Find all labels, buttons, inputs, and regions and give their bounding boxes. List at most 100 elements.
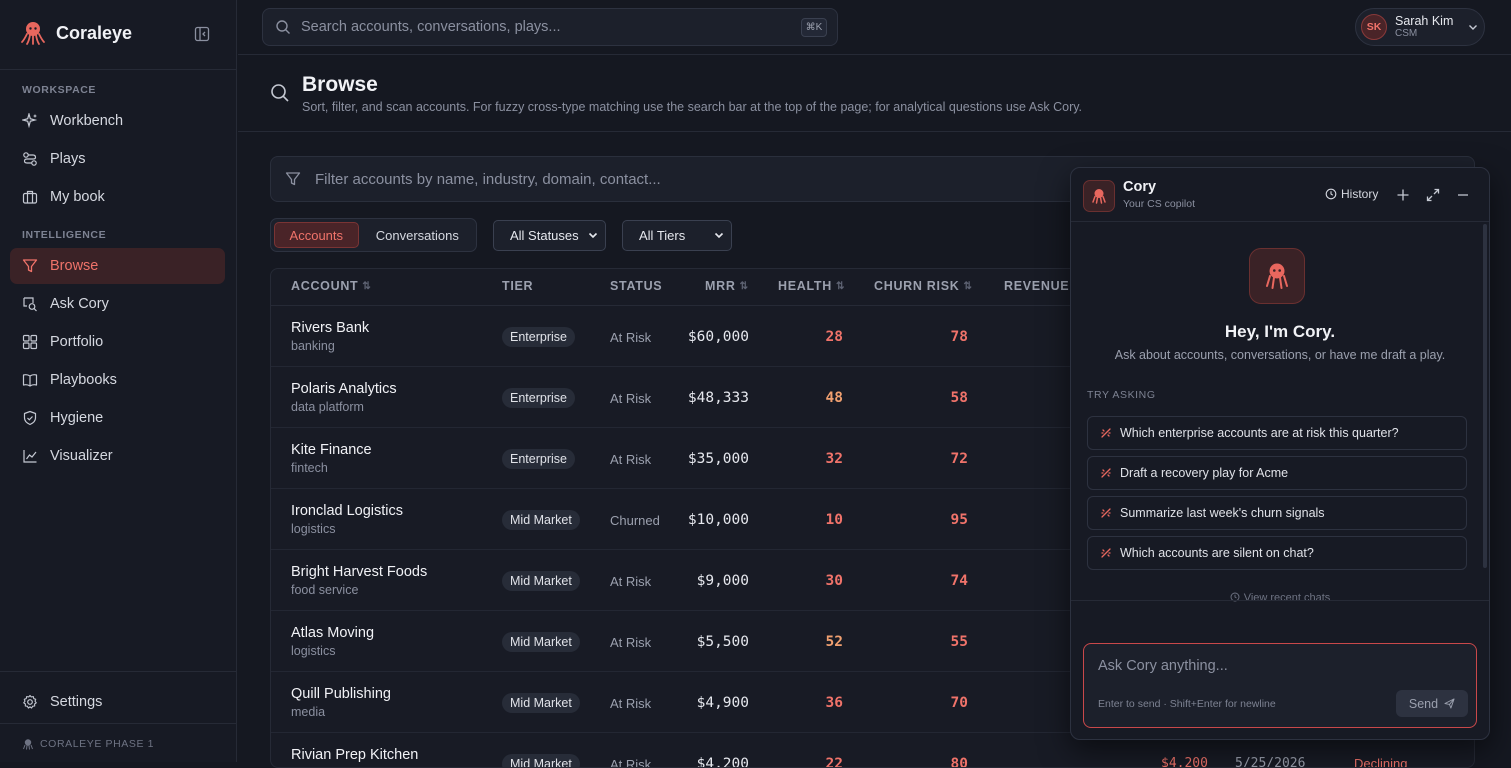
- send-icon: [1444, 698, 1455, 709]
- sidebar-item-browse[interactable]: Browse: [10, 248, 225, 284]
- col-header-account[interactable]: ACCOUNT ⇅: [291, 279, 372, 293]
- suggestion-chip[interactable]: Which enterprise accounts are at risk th…: [1087, 416, 1467, 450]
- sidebar-item-workbench[interactable]: Workbench: [10, 103, 225, 139]
- sort-icon: ⇅: [739, 280, 749, 292]
- chat-scrollbar[interactable]: [1483, 224, 1487, 568]
- tab-accounts[interactable]: Accounts: [274, 222, 359, 248]
- churn-risk-score: 80: [950, 756, 968, 768]
- account-name[interactable]: Rivers Bank: [291, 320, 369, 336]
- mrr-value: $10,000: [687, 512, 749, 528]
- status-text: Churned: [610, 513, 660, 528]
- send-button[interactable]: Send: [1396, 690, 1468, 717]
- sort-icon: ⇅: [835, 280, 846, 292]
- tier-select-value: All Tiers: [639, 228, 686, 243]
- tier-select[interactable]: All Tiers: [622, 220, 732, 251]
- col-header-mrr[interactable]: MRR ⇅: [705, 279, 749, 293]
- brand[interactable]: Coraleye: [20, 20, 132, 46]
- sidebar-item-settings[interactable]: Settings: [10, 684, 225, 720]
- greeting-subtitle: Ask about accounts, conversations, or ha…: [1114, 348, 1446, 362]
- user-info: Sarah Kim CSM: [1395, 14, 1453, 40]
- gear-icon: [23, 694, 37, 709]
- suggestion-chip[interactable]: Draft a recovery play for Acme: [1087, 456, 1467, 490]
- minimize-icon[interactable]: [1455, 187, 1471, 203]
- plus-icon[interactable]: [1395, 187, 1411, 203]
- health-score: 32: [825, 451, 843, 467]
- sort-icon: ⇅: [362, 280, 372, 292]
- account-name[interactable]: Bright Harvest Foods: [291, 564, 427, 580]
- sidebar-item-label: My book: [50, 189, 105, 205]
- sidebar-item-my-book[interactable]: My book: [10, 179, 225, 215]
- health-score: 28: [825, 329, 843, 345]
- mrr-value: $48,333: [687, 390, 749, 406]
- grid-icon: [22, 334, 38, 350]
- history-button[interactable]: History: [1325, 187, 1378, 201]
- status-text: At Risk: [610, 391, 652, 406]
- status-text: At Risk: [610, 635, 652, 650]
- account-name[interactable]: Rivian Prep Kitchen: [291, 747, 418, 763]
- octopus-logo-icon: [21, 22, 45, 45]
- mrr-value: $60,000: [687, 329, 749, 345]
- tier-badge: Enterprise: [502, 388, 575, 408]
- status-text: At Risk: [610, 696, 652, 711]
- col-header-tier: TIER: [502, 279, 534, 293]
- sidebar-item-label: Playbooks: [50, 372, 117, 388]
- account-industry: media: [291, 705, 326, 719]
- account-industry: banking: [291, 339, 335, 353]
- revenue-value: $4,200: [1161, 756, 1208, 768]
- sidebar-item-ask-cory[interactable]: Ask Cory: [10, 286, 225, 322]
- account-name[interactable]: Ironclad Logistics: [291, 503, 403, 519]
- status-select[interactable]: All Statuses: [493, 220, 606, 251]
- tier-badge: Enterprise: [502, 449, 575, 469]
- health-score: 36: [825, 695, 843, 711]
- chat-header: Cory Your CS copilot History: [1071, 168, 1489, 222]
- expand-icon[interactable]: [1425, 187, 1441, 203]
- sidebar-item-hygiene[interactable]: Hygiene: [10, 400, 225, 436]
- col-header-churn-risk[interactable]: CHURN RISK ⇅: [874, 279, 973, 293]
- divider: [0, 723, 236, 724]
- section-intelligence: INTELLIGENCE: [22, 229, 107, 241]
- user-name: Sarah Kim: [1395, 14, 1454, 28]
- tier-badge: Mid Market: [502, 754, 580, 767]
- chat-input[interactable]: Ask Cory anything... Enter to send · Shi…: [1083, 643, 1477, 728]
- chevron-down-icon: [588, 232, 598, 239]
- sparkles-icon: [22, 113, 38, 129]
- tab-conversations[interactable]: Conversations: [362, 222, 473, 248]
- churn-risk-score: 70: [950, 695, 968, 711]
- global-search-input[interactable]: Search accounts, conversations, plays...…: [262, 8, 838, 46]
- health-score: 30: [825, 573, 843, 589]
- filter-placeholder: Filter accounts by name, industry, domai…: [315, 170, 661, 188]
- page-header: Browse Sort, filter, and scan accounts. …: [238, 55, 1511, 132]
- chart-icon: [23, 450, 37, 463]
- col-header-health[interactable]: HEALTH ⇅: [778, 279, 845, 293]
- mrr-value: $4,900: [696, 695, 749, 711]
- account-name[interactable]: Polaris Analytics: [291, 381, 397, 397]
- filter-icon: [22, 259, 38, 273]
- search-icon: [276, 20, 290, 34]
- sidebar-item-label: Plays: [50, 151, 86, 167]
- status-text: At Risk: [610, 757, 652, 768]
- account-name[interactable]: Kite Finance: [291, 442, 372, 458]
- chat-input-hint: Enter to send · Shift+Enter for newline: [1098, 698, 1276, 710]
- renewal-date: 5/25/2026: [1235, 756, 1306, 768]
- route-icon: [23, 152, 37, 166]
- sidebar-item-visualizer[interactable]: Visualizer: [10, 438, 225, 474]
- account-name[interactable]: Atlas Moving: [291, 625, 374, 641]
- sidebar-item-label: Workbench: [50, 113, 124, 129]
- sidebar-item-playbooks[interactable]: Playbooks: [10, 362, 225, 398]
- suggestion-chip[interactable]: Which accounts are silent on chat?: [1087, 536, 1467, 570]
- suggestion-chip[interactable]: Summarize last week's churn signals: [1087, 496, 1467, 530]
- status-select-value: All Statuses: [510, 228, 579, 243]
- sidebar-item-portfolio[interactable]: Portfolio: [10, 324, 225, 360]
- sidebar-item-label: Visualizer: [50, 448, 113, 464]
- chevron-down-icon: [1469, 25, 1478, 30]
- version-label: CORALEYE PHASE 1: [22, 738, 154, 750]
- sidebar-item-label: Settings: [50, 694, 103, 710]
- churn-risk-score: 55: [950, 634, 968, 650]
- view-recent-chats-link[interactable]: View recent chats: [1071, 592, 1489, 604]
- briefcase-icon: [22, 190, 38, 204]
- collapse-sidebar-icon[interactable]: [194, 26, 210, 42]
- sidebar-item-plays[interactable]: Plays: [10, 141, 225, 177]
- user-menu[interactable]: SK Sarah Kim CSM: [1355, 8, 1485, 46]
- health-score: 48: [825, 390, 843, 406]
- account-name[interactable]: Quill Publishing: [291, 686, 391, 702]
